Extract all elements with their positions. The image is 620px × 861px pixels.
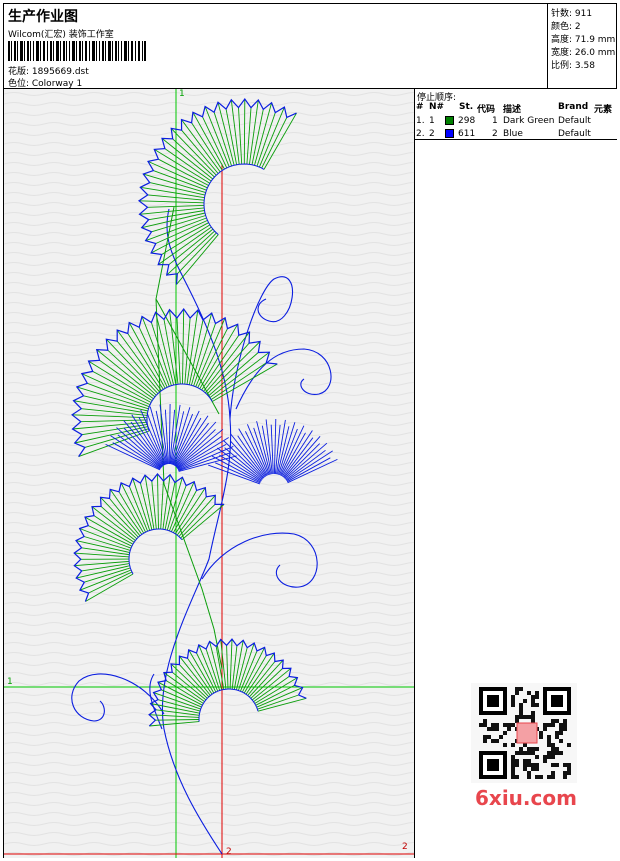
col-stitches: St. [459,102,474,112]
design-width: 宽度: 26.0 mm [551,48,616,58]
design-height: 高度: 71.9 mm [551,35,616,45]
col-index: # [416,102,424,112]
row-code: 2 [492,129,498,139]
row-description: Dark Green [503,116,555,126]
row-index: 1. [416,116,425,126]
col-element: 元素 [594,105,613,115]
color-swatch-green [445,116,454,125]
color-count: 颜色: 2 [551,22,581,32]
row-stitches: 298 [458,116,476,126]
stats-box: 针数: 911 颜色: 2 高度: 71.9 mm 宽度: 26.0 mm 比例… [547,4,618,88]
page-title: 生产作业图 [8,9,78,25]
background-texture [4,89,414,858]
scale-ratio: 比例: 3.58 [551,61,595,71]
col-brand: Brand [558,102,589,112]
embroidery-drawing [4,89,414,858]
qr-code [471,683,577,783]
axis-marker-right: 2 [402,842,408,852]
axis-marker-bottom: 2 [226,847,232,857]
header-area: 生产作业图 Wilcom(汇宏) 装饰工作室 花版: 1895669.dst 色… [4,4,547,89]
col-needle: N# [429,102,445,112]
panel-divider [415,139,617,140]
stitch-count: 针数: 911 [551,9,593,19]
barcode [8,41,146,61]
axis-marker-left: 1 [7,677,13,687]
axis-marker-top: 1 [179,89,185,99]
row-code: 1 [492,116,498,126]
company-name: Wilcom(汇宏) 装饰工作室 [8,30,114,40]
row-brand: Default [558,116,591,126]
row-needle: 2 [429,129,435,139]
watermark-logo: 6xiu.com [475,786,577,810]
row-description: Blue [503,129,523,139]
color-swatch-blue [445,129,454,138]
design-preview: 1 1 2 2 [4,89,415,858]
row-needle: 1 [429,116,435,126]
col-description: 描述 [503,105,522,115]
row-index: 2. [416,129,425,139]
col-code: 代码 [477,105,496,115]
row-brand: Default [558,129,591,139]
row-stitches: 611 [458,129,476,139]
